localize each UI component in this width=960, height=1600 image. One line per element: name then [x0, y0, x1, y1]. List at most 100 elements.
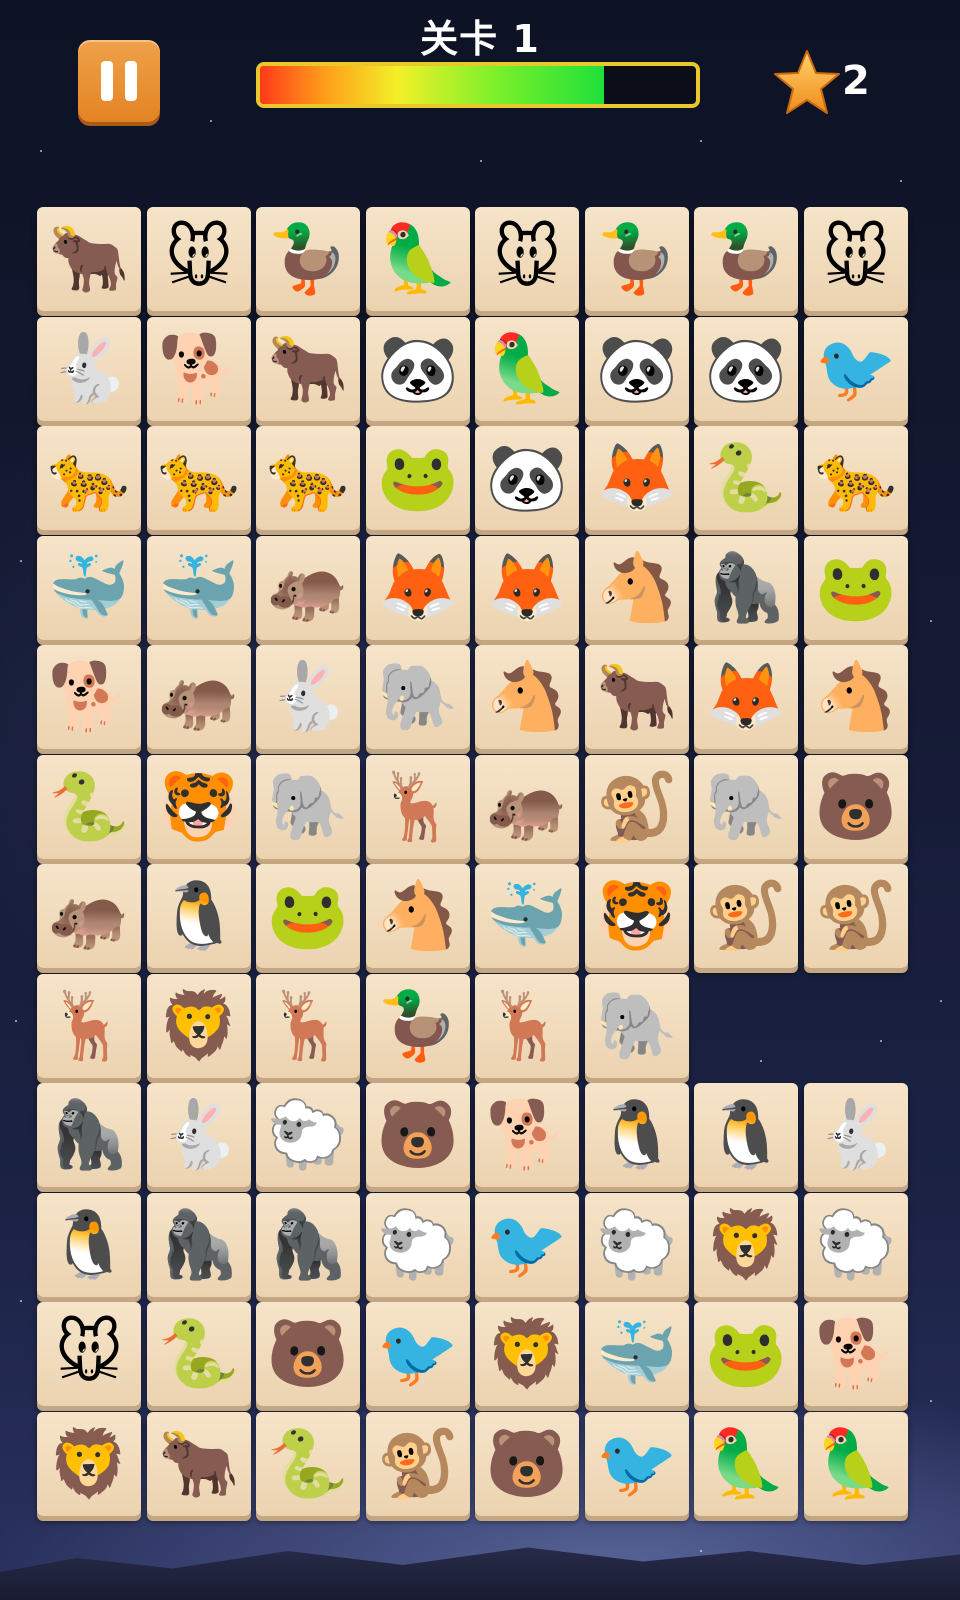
tile-leopard[interactable]: 🐆: [256, 426, 360, 530]
tile-whale[interactable]: 🐳: [585, 1302, 689, 1406]
tile-frog[interactable]: 🐸: [366, 426, 470, 530]
tile-mouse[interactable]: 🐭: [804, 207, 908, 311]
tile-parrot[interactable]: 🦜: [804, 1412, 908, 1516]
tile-mouse[interactable]: 🐭: [475, 207, 579, 311]
tile-snake[interactable]: 🐍: [37, 755, 141, 859]
tile-lion[interactable]: 🦁: [694, 1193, 798, 1297]
tile-hippo[interactable]: 🦛: [147, 645, 251, 749]
tile-rabbit[interactable]: 🐇: [147, 1083, 251, 1187]
tile-deer[interactable]: 🦌: [256, 974, 360, 1078]
tile-ox[interactable]: 🐂: [256, 317, 360, 421]
tile-sheep[interactable]: 🐑: [585, 1193, 689, 1297]
tile-lion[interactable]: 🦁: [475, 1302, 579, 1406]
tile-gorilla[interactable]: 🦍: [256, 1193, 360, 1297]
tile-duck[interactable]: 🦆: [256, 207, 360, 311]
whale-icon: 🐳: [157, 549, 241, 626]
tile-ox[interactable]: 🐂: [37, 207, 141, 311]
tile-parrot[interactable]: 🦜: [694, 1412, 798, 1516]
tile-mouse[interactable]: 🐭: [147, 207, 251, 311]
tile-fox[interactable]: 🦊: [366, 536, 470, 640]
tile-horse[interactable]: 🐴: [366, 864, 470, 968]
tile-sheep[interactable]: 🐑: [256, 1083, 360, 1187]
tile-dog[interactable]: 🐕: [475, 1083, 579, 1187]
tile-duck[interactable]: 🦆: [366, 974, 470, 1078]
tile-tiger[interactable]: 🐯: [585, 864, 689, 968]
tile-snake[interactable]: 🐍: [694, 426, 798, 530]
tile-tiger[interactable]: 🐯: [147, 755, 251, 859]
tile-penguin[interactable]: 🐧: [37, 1193, 141, 1297]
tile-parrot[interactable]: 🦜: [475, 317, 579, 421]
tile-mouse[interactable]: 🐭: [37, 1302, 141, 1406]
tile-elephant[interactable]: 🐘: [256, 755, 360, 859]
tile-elephant[interactable]: 🐘: [366, 645, 470, 749]
tile-parrot[interactable]: 🦜: [366, 207, 470, 311]
tile-lion[interactable]: 🦁: [37, 1412, 141, 1516]
tile-toucan[interactable]: 🐦: [804, 317, 908, 421]
tile-duck[interactable]: 🦆: [694, 207, 798, 311]
tile-duck[interactable]: 🦆: [585, 207, 689, 311]
sheep-icon: 🐑: [266, 1096, 350, 1173]
tile-penguin[interactable]: 🐧: [694, 1083, 798, 1187]
tile-frog[interactable]: 🐸: [694, 1302, 798, 1406]
tile-deer[interactable]: 🦌: [366, 755, 470, 859]
tile-monkey[interactable]: 🐒: [585, 755, 689, 859]
tile-hippo[interactable]: 🦛: [37, 864, 141, 968]
tile-toucan[interactable]: 🐦: [585, 1412, 689, 1516]
dog-icon: 🐕: [157, 330, 241, 407]
horse-icon: 🐴: [595, 549, 679, 626]
tile-elephant[interactable]: 🐘: [694, 755, 798, 859]
tile-gorilla[interactable]: 🦍: [37, 1083, 141, 1187]
tile-ox[interactable]: 🐂: [585, 645, 689, 749]
tile-dog[interactable]: 🐕: [804, 1302, 908, 1406]
tile-frog[interactable]: 🐸: [804, 536, 908, 640]
tile-bear[interactable]: 🐻: [804, 755, 908, 859]
tile-gorilla[interactable]: 🦍: [694, 536, 798, 640]
tile-rabbit[interactable]: 🐇: [37, 317, 141, 421]
tile-dog[interactable]: 🐕: [37, 645, 141, 749]
tile-monkey[interactable]: 🐒: [366, 1412, 470, 1516]
tile-fox[interactable]: 🦊: [475, 536, 579, 640]
deer-icon: 🦌: [266, 987, 350, 1064]
tile-hippo[interactable]: 🦛: [256, 536, 360, 640]
tile-penguin[interactable]: 🐧: [585, 1083, 689, 1187]
tile-panda[interactable]: 🐼: [475, 426, 579, 530]
tile-panda[interactable]: 🐼: [366, 317, 470, 421]
tile-monkey[interactable]: 🐒: [804, 864, 908, 968]
tile-leopard[interactable]: 🐆: [147, 426, 251, 530]
tile-horse[interactable]: 🐴: [475, 645, 579, 749]
tile-gorilla[interactable]: 🦍: [147, 1193, 251, 1297]
tile-penguin[interactable]: 🐧: [147, 864, 251, 968]
tile-sheep[interactable]: 🐑: [804, 1193, 908, 1297]
tile-snake[interactable]: 🐍: [147, 1302, 251, 1406]
tile-deer[interactable]: 🦌: [37, 974, 141, 1078]
tile-deer[interactable]: 🦌: [475, 974, 579, 1078]
tile-panda[interactable]: 🐼: [694, 317, 798, 421]
tile-bear[interactable]: 🐻: [366, 1083, 470, 1187]
tile-dog[interactable]: 🐕: [147, 317, 251, 421]
tile-whale[interactable]: 🐳: [475, 864, 579, 968]
tile-snake[interactable]: 🐍: [256, 1412, 360, 1516]
tile-rabbit[interactable]: 🐇: [804, 1083, 908, 1187]
tile-hippo[interactable]: 🦛: [475, 755, 579, 859]
tile-leopard[interactable]: 🐆: [804, 426, 908, 530]
tile-fox[interactable]: 🦊: [694, 645, 798, 749]
tile-horse[interactable]: 🐴: [585, 536, 689, 640]
tile-elephant[interactable]: 🐘: [585, 974, 689, 1078]
tile-frog[interactable]: 🐸: [256, 864, 360, 968]
tile-horse[interactable]: 🐴: [804, 645, 908, 749]
tile-rabbit[interactable]: 🐇: [256, 645, 360, 749]
tile-monkey[interactable]: 🐒: [694, 864, 798, 968]
tile-whale[interactable]: 🐳: [37, 536, 141, 640]
tile-ox[interactable]: 🐂: [147, 1412, 251, 1516]
tile-whale[interactable]: 🐳: [147, 536, 251, 640]
tile-fox[interactable]: 🦊: [585, 426, 689, 530]
tile-bear[interactable]: 🐻: [256, 1302, 360, 1406]
tile-leopard[interactable]: 🐆: [37, 426, 141, 530]
tile-toucan[interactable]: 🐦: [475, 1193, 579, 1297]
tile-bear[interactable]: 🐻: [475, 1412, 579, 1516]
tile-panda[interactable]: 🐼: [585, 317, 689, 421]
tile-toucan[interactable]: 🐦: [366, 1302, 470, 1406]
tile-sheep[interactable]: 🐑: [366, 1193, 470, 1297]
hippo-icon: 🦛: [485, 768, 569, 845]
tile-lion[interactable]: 🦁: [147, 974, 251, 1078]
